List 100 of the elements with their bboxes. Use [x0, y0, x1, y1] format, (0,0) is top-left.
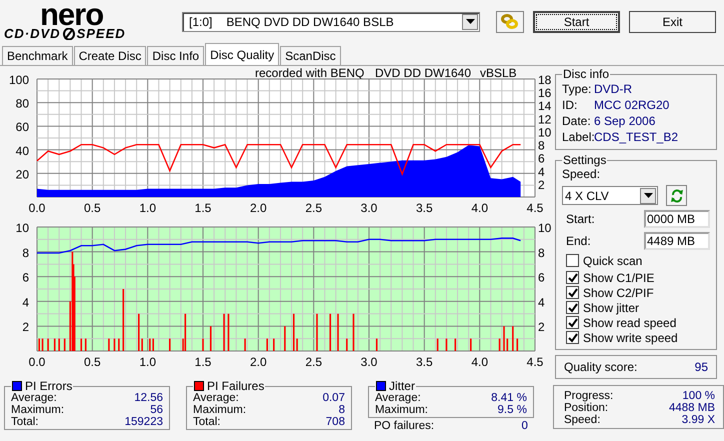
axis-label: 3.0: [360, 355, 378, 366]
axis-label: 4: [22, 295, 29, 310]
info-label: Label:: [562, 130, 594, 144]
stat-label: Maximum:: [11, 404, 64, 416]
chain-link-icon: [501, 14, 519, 30]
axis-label: 6: [538, 270, 545, 285]
info-label: ID:: [562, 98, 578, 112]
stat-label: Total:: [11, 416, 38, 428]
chain-link-button[interactable]: [496, 10, 524, 32]
stat-label: Average:: [11, 392, 57, 404]
axis-label: 6: [538, 152, 545, 166]
checkbox[interactable]: [566, 254, 579, 267]
field-label: End:: [566, 234, 591, 248]
axis-label: 2.5: [305, 355, 322, 366]
quality-value: 95: [694, 360, 708, 374]
stat-value: 56: [150, 404, 163, 416]
pi-failure-bar: [210, 326, 212, 351]
tab[interactable]: Create Disc: [74, 46, 146, 65]
recorder-text: vBSLB: [480, 68, 517, 80]
stat-value: 9.5 %: [498, 404, 527, 416]
axis-label: 16: [538, 86, 552, 100]
tab[interactable]: ScanDisc: [280, 46, 341, 65]
stat-value: 12.56: [134, 392, 163, 404]
stat-label: Position:: [564, 402, 608, 414]
axis-label: 10: [538, 221, 552, 235]
speed-dropdown[interactable]: 4 X CLV: [562, 186, 658, 205]
pi-failure-bar: [329, 314, 332, 351]
axis-label: 1.0: [139, 201, 156, 215]
info-value: DVD-R: [594, 82, 632, 96]
axis-label: 4: [538, 164, 545, 179]
logo-product: SPEED: [76, 27, 126, 40]
checkbox-label: Quick scan: [583, 254, 642, 268]
axis-label: 14: [538, 99, 552, 114]
tab[interactable]: Disc Quality: [205, 43, 280, 65]
speed-label: Speed:: [562, 167, 602, 181]
input-field[interactable]: 0000 MB: [644, 210, 710, 228]
axis-label: 40: [16, 144, 29, 158]
group-title: Disc info: [562, 68, 610, 81]
group-title: PI Failures: [206, 380, 264, 392]
quality-label: Quality score:: [564, 360, 638, 374]
stat-value: 159223: [124, 416, 163, 428]
axis-label: 3.5: [416, 355, 433, 366]
stat-label: Maximum:: [374, 404, 428, 416]
stat-label: Average:: [192, 392, 239, 404]
start-button[interactable]: Start: [533, 10, 620, 32]
stat-value: 100 %: [682, 390, 716, 402]
checkbox[interactable]: [566, 301, 579, 314]
axis-label: 2.0: [250, 355, 267, 366]
info-label: Type:: [562, 82, 592, 96]
refresh-button[interactable]: [666, 185, 687, 206]
axis-label: 18: [538, 73, 552, 87]
checkbox-label: Show C1/PIE: [583, 270, 654, 284]
axis-label: 100: [8, 73, 29, 87]
stat-value: 8: [338, 404, 345, 416]
input-field[interactable]: 4489 MB: [644, 232, 710, 250]
checkbox-label: Show C2/PIF: [583, 286, 654, 300]
checkbox[interactable]: [566, 286, 579, 299]
logo-product: CD·DVD: [4, 27, 61, 40]
exit-button[interactable]: Exit: [629, 10, 716, 32]
axis-label: 2: [538, 178, 545, 192]
stat-value: 708: [326, 416, 345, 428]
stat-value: 3.99 X: [682, 414, 716, 426]
axis-label: 1.5: [194, 355, 212, 366]
axis-label: 80: [16, 96, 29, 111]
axis-label: 2: [538, 320, 545, 334]
axis-label: 2.0: [250, 201, 267, 215]
stat-label: PO failures:: [374, 420, 434, 432]
stat-label: Total:: [192, 416, 220, 428]
axis-label: 60: [16, 120, 29, 134]
axis-label: 2: [22, 320, 29, 334]
stat-label: Speed:: [564, 414, 600, 426]
group-title: PI Errors: [25, 380, 72, 392]
stat-label: Maximum:: [192, 404, 246, 416]
stat-value: 0: [522, 420, 528, 432]
axis-label: 0.0: [28, 201, 46, 215]
axis-label: 12: [538, 112, 552, 126]
checkbox-label: Show read speed: [583, 316, 676, 330]
pi-failure-bar: [80, 338, 82, 351]
checkbox-label: Show jitter: [583, 300, 640, 314]
tab[interactable]: Disc Info: [147, 46, 204, 65]
checkbox[interactable]: [566, 316, 579, 329]
axis-label: 4.5: [526, 201, 544, 215]
stat-value: 8.41 %: [491, 392, 527, 404]
checkbox[interactable]: [566, 271, 579, 284]
disc-icon: [62, 28, 76, 40]
recorder-text: recorded with BENQ: [255, 68, 364, 80]
info-value: 6 Sep 2006: [594, 114, 656, 128]
group-title: Jitter: [388, 380, 415, 392]
tab[interactable]: Benchmark: [2, 46, 73, 65]
axis-label: 3.5: [416, 201, 433, 215]
info-label: Date:: [562, 114, 592, 128]
axis-label: 0.5: [84, 355, 101, 366]
stat-value: 0.07: [322, 392, 345, 404]
drive-dropdown[interactable]: [1:0] BENQ DVD DD DW1640 BSLB: [182, 12, 480, 32]
axis-label: 0.5: [84, 201, 101, 215]
axis-label: 8: [22, 246, 29, 260]
checkbox[interactable]: [566, 331, 579, 344]
group-title: Settings: [562, 154, 608, 167]
axis-label: 10: [538, 125, 552, 140]
axis-label: 6: [22, 270, 29, 285]
